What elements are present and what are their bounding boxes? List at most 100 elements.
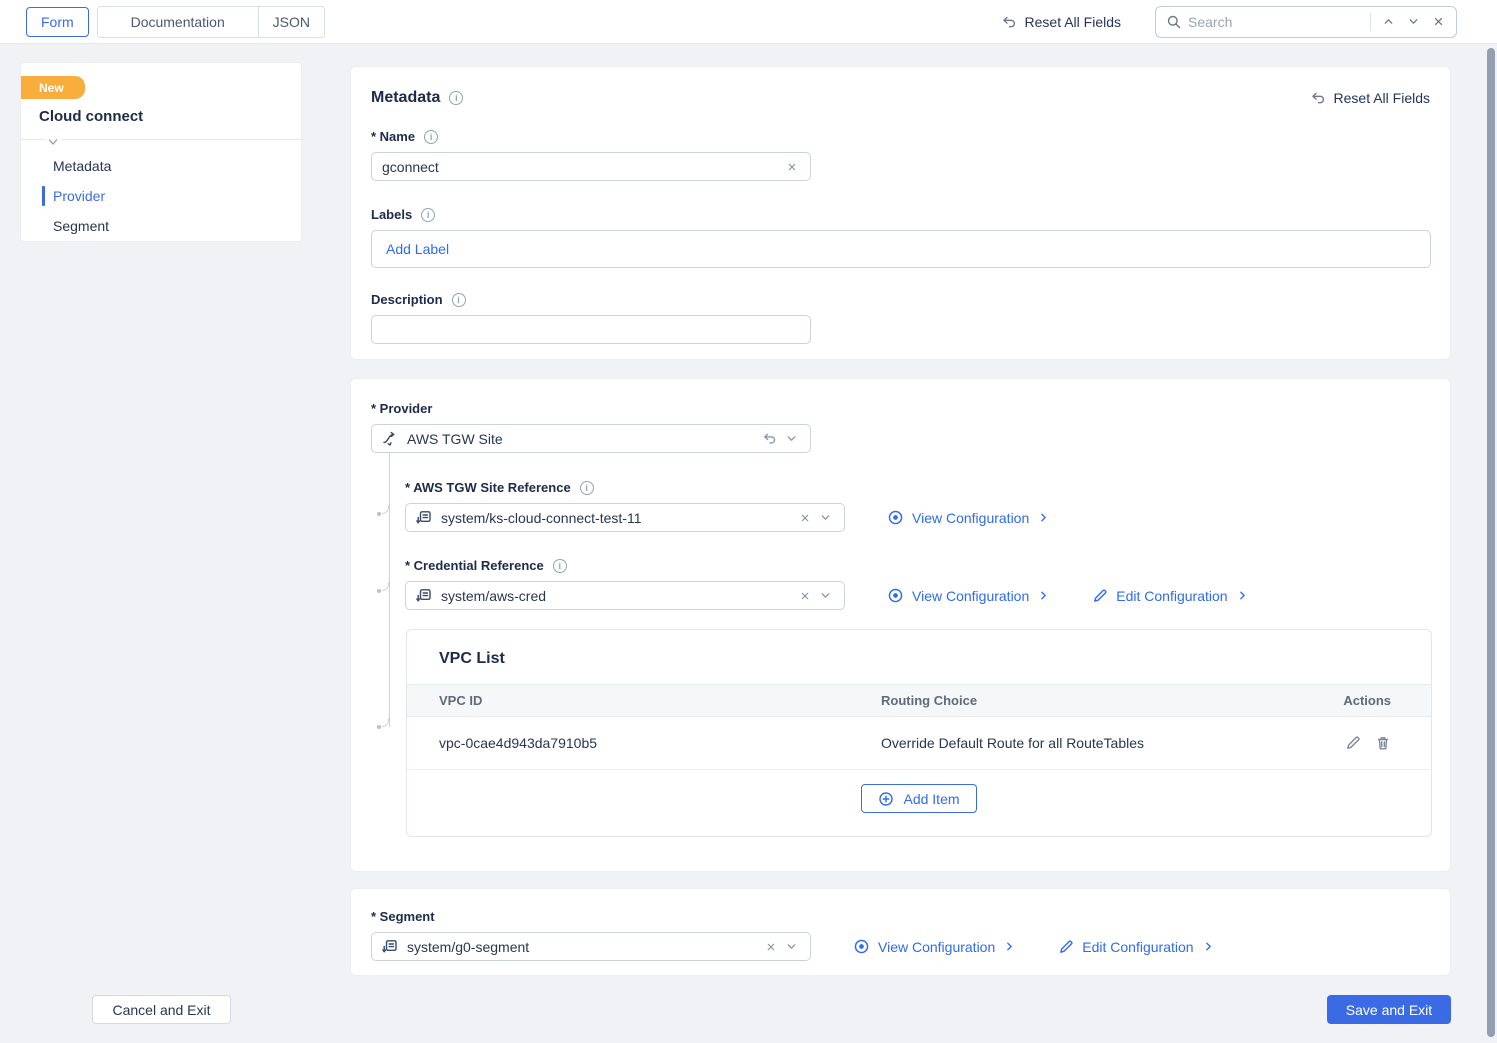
segment-select[interactable]: system/g0-segment <box>371 932 811 961</box>
trash-icon <box>1375 735 1391 751</box>
table-row: vpc-0cae4d943da7910b5 Override Default R… <box>407 717 1431 770</box>
name-field[interactable] <box>371 152 811 181</box>
vertical-scrollbar[interactable] <box>1487 48 1495 1037</box>
save-and-exit-button[interactable]: Save and Exit <box>1327 995 1451 1024</box>
info-icon[interactable]: i <box>452 293 466 307</box>
info-icon[interactable]: i <box>580 481 594 495</box>
search-icon <box>1166 14 1182 30</box>
name-input[interactable] <box>382 159 784 175</box>
segment-label: * Segment <box>371 909 435 924</box>
sidebar-nav: Metadata Provider Segment <box>21 151 303 241</box>
name-label: * Name <box>371 129 415 144</box>
edit-pencil-icon <box>1092 588 1108 604</box>
labels-field[interactable]: Add Label <box>371 230 1431 268</box>
add-label-button[interactable]: Add Label <box>386 241 449 257</box>
tgw-view-configuration-link[interactable]: View Configuration <box>887 509 1050 526</box>
undo-icon <box>1001 14 1017 30</box>
routing-choice-cell: Override Default Route for all RouteTabl… <box>881 735 1335 751</box>
tab-documentation[interactable]: Documentation <box>98 7 258 37</box>
clear-name-button[interactable] <box>784 159 800 175</box>
credential-reference-value: system/aws-cred <box>441 588 797 604</box>
column-header-routing-choice: Routing Choice <box>881 693 1335 708</box>
chevron-right-icon <box>1236 589 1249 602</box>
search-box <box>1155 6 1457 38</box>
topbar: Form Documentation JSON Reset All Fields <box>0 0 1497 44</box>
chevron-down-icon[interactable] <box>783 938 800 955</box>
provider-value: AWS TGW Site <box>407 431 756 447</box>
credential-view-configuration-link[interactable]: View Configuration <box>887 587 1050 604</box>
chevron-up-icon <box>1382 15 1395 28</box>
clear-segment-button[interactable] <box>763 939 779 955</box>
description-input[interactable] <box>382 322 800 338</box>
reset-all-fields-top-button[interactable]: Reset All Fields <box>1001 14 1121 30</box>
provider-select[interactable]: AWS TGW Site <box>371 424 811 453</box>
clear-credential-reference-button[interactable] <box>797 588 813 604</box>
tab-json[interactable]: JSON <box>258 7 324 37</box>
segment-view-configuration-link[interactable]: View Configuration <box>853 938 1016 955</box>
tgw-site-reference-value: system/ks-cloud-connect-test-11 <box>441 510 797 526</box>
sidebar-item-provider[interactable]: Provider <box>21 181 303 211</box>
provider-label: * Provider <box>371 401 432 416</box>
chevron-right-icon <box>1037 511 1050 524</box>
chevron-down-icon[interactable] <box>817 587 834 604</box>
sidebar-divider <box>21 139 303 140</box>
close-icon <box>799 590 811 602</box>
tgw-site-reference-select[interactable]: system/ks-cloud-connect-test-11 <box>405 503 845 532</box>
credential-edit-configuration-link[interactable]: Edit Configuration <box>1092 587 1248 604</box>
new-badge: New <box>21 76 85 99</box>
metadata-title: Metadata <box>371 89 440 107</box>
provider-section: * Provider AWS TGW Site * AWS TGW Site R… <box>350 378 1451 872</box>
tree-guide-elbow <box>382 505 389 514</box>
reset-all-fields-card-label: Reset All Fields <box>1334 90 1430 106</box>
object-title: Cloud connect <box>39 108 143 125</box>
reference-icon <box>416 510 432 526</box>
view-tabs: Form Documentation JSON <box>26 6 325 38</box>
tree-guide-dot <box>377 512 381 516</box>
tree-guide-elbow <box>382 718 389 727</box>
info-icon[interactable]: i <box>449 91 463 105</box>
add-item-button[interactable]: Add Item <box>861 784 976 813</box>
credential-reference-label: * Credential Reference <box>405 558 544 573</box>
chevron-right-icon <box>1037 589 1050 602</box>
close-icon <box>786 161 798 173</box>
form-nav-sidebar: New Cloud connect Metadata Provider Segm… <box>20 62 302 242</box>
info-icon[interactable]: i <box>424 130 438 144</box>
segment-edit-configuration-link[interactable]: Edit Configuration <box>1058 938 1214 955</box>
tab-form[interactable]: Form <box>26 7 89 37</box>
credential-reference-select[interactable]: system/aws-cred <box>405 581 845 610</box>
search-prev-button[interactable] <box>1379 12 1398 31</box>
edit-pencil-icon <box>1058 939 1074 955</box>
collapse-caret-icon[interactable] <box>45 139 61 146</box>
tgw-site-reference-label: * AWS TGW Site Reference <box>405 480 571 495</box>
info-icon[interactable]: i <box>553 559 567 573</box>
reset-all-fields-top-label: Reset All Fields <box>1025 14 1121 30</box>
undo-icon[interactable] <box>760 429 779 448</box>
edit-pencil-icon <box>1345 735 1361 751</box>
info-icon[interactable]: i <box>421 208 435 222</box>
choice-branch-icon <box>382 431 398 447</box>
sidebar-item-segment[interactable]: Segment <box>21 211 303 241</box>
chevron-right-icon <box>1202 940 1215 953</box>
clear-tgw-reference-button[interactable] <box>797 510 813 526</box>
sidebar-item-metadata[interactable]: Metadata <box>21 151 303 181</box>
tree-guide-dot <box>377 589 381 593</box>
topbar-right: Reset All Fields <box>1001 6 1457 38</box>
metadata-section: Metadata i Reset All Fields * Name i Lab… <box>350 66 1451 360</box>
chevron-down-icon[interactable] <box>783 430 800 447</box>
column-header-actions: Actions <box>1335 693 1391 708</box>
chevron-down-icon[interactable] <box>817 509 834 526</box>
search-close-button[interactable] <box>1429 12 1448 31</box>
reset-all-fields-card-button[interactable]: Reset All Fields <box>1310 90 1430 106</box>
search-next-button[interactable] <box>1404 12 1423 31</box>
cancel-and-exit-button[interactable]: Cancel and Exit <box>92 995 231 1024</box>
vpc-list-title: VPC List <box>439 650 1431 668</box>
description-label: Description <box>371 292 443 307</box>
chevron-right-icon <box>1003 940 1016 953</box>
delete-row-button[interactable] <box>1375 735 1391 751</box>
segment-value: system/g0-segment <box>407 939 763 955</box>
description-field[interactable] <box>371 315 811 344</box>
edit-row-button[interactable] <box>1345 735 1361 751</box>
view-icon <box>853 938 870 955</box>
search-input[interactable] <box>1188 14 1364 30</box>
tree-guide-dot <box>377 725 381 729</box>
